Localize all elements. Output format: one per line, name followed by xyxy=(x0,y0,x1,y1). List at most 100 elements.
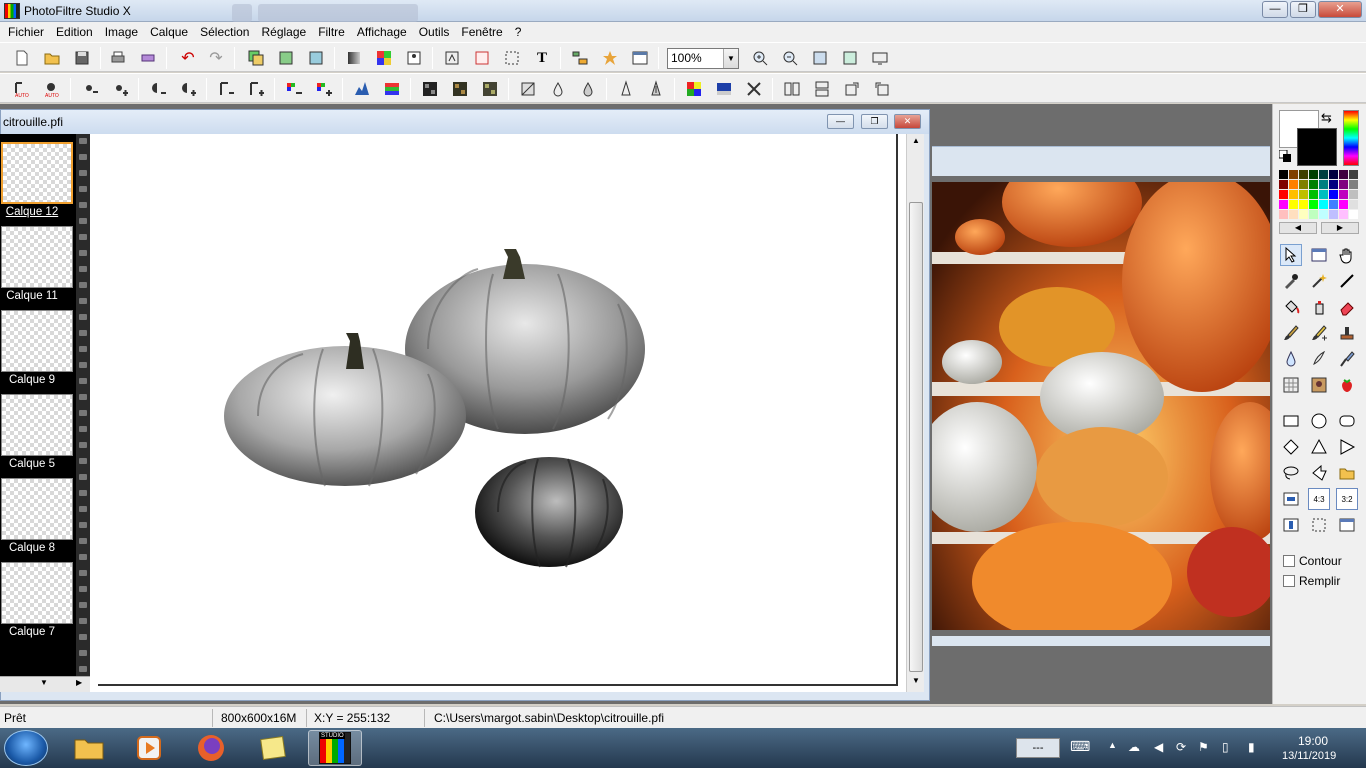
window-icon[interactable] xyxy=(630,48,650,68)
layers-scrollbar[interactable]: ▼ ▶ xyxy=(0,676,90,692)
palette-swatch[interactable] xyxy=(1289,170,1298,179)
contrast-minus-icon[interactable] xyxy=(148,79,168,99)
palette-swatch[interactable] xyxy=(1279,180,1288,189)
gamma-plus-icon[interactable] xyxy=(246,79,266,99)
palette-swatch[interactable] xyxy=(1329,210,1338,219)
line-icon[interactable] xyxy=(1336,270,1358,292)
hand-icon[interactable] xyxy=(1336,244,1358,266)
smudge-icon[interactable] xyxy=(1308,348,1330,370)
pattern-sepia-icon[interactable] xyxy=(450,79,470,99)
lasso-icon[interactable] xyxy=(1280,462,1302,484)
new-file-icon[interactable] xyxy=(12,48,32,68)
menu-image[interactable]: Image xyxy=(99,25,144,39)
menu-fichier[interactable]: Fichier xyxy=(2,25,50,39)
chevron-up-icon[interactable]: ▲ xyxy=(912,136,920,145)
palette-swatch[interactable] xyxy=(1349,200,1358,209)
zoom-select[interactable]: 100% ▼ xyxy=(667,48,739,69)
menu-reglage[interactable]: Réglage xyxy=(255,25,312,39)
ellipse-shape-icon[interactable] xyxy=(1308,410,1330,432)
palette-swatch[interactable] xyxy=(1289,190,1298,199)
palette-swatch[interactable] xyxy=(1279,170,1288,179)
media-player-icon[interactable] xyxy=(122,730,176,766)
spray-icon[interactable] xyxy=(1308,296,1330,318)
blue-fill-icon[interactable] xyxy=(714,79,734,99)
fullscreen-icon[interactable] xyxy=(870,48,890,68)
menu-outils[interactable]: Outils xyxy=(413,25,456,39)
deformation-icon[interactable] xyxy=(1336,348,1358,370)
reset-colors-icon[interactable] xyxy=(1279,150,1291,162)
palette-swatch[interactable] xyxy=(1339,210,1348,219)
auto-levels-icon[interactable] xyxy=(442,48,462,68)
triangle-shape-icon[interactable] xyxy=(1308,436,1330,458)
firefox-icon[interactable] xyxy=(184,730,238,766)
layer-item[interactable]: Calque 5 xyxy=(0,386,76,470)
palette-swatch[interactable] xyxy=(1299,200,1308,209)
menu-filtre[interactable]: Filtre xyxy=(312,25,351,39)
palette-swatch[interactable] xyxy=(1349,210,1358,219)
image-tube-icon[interactable] xyxy=(1308,374,1330,396)
sync-icon[interactable]: ⟳ xyxy=(1176,740,1186,754)
menu-help[interactable]: ? xyxy=(509,25,528,39)
diamond-shape-icon[interactable] xyxy=(1280,436,1302,458)
background-color[interactable] xyxy=(1297,128,1337,166)
remplir-checkbox[interactable]: Remplir xyxy=(1283,574,1340,588)
select-vertical-icon[interactable] xyxy=(1280,514,1302,536)
palette-swatch[interactable] xyxy=(1319,210,1328,219)
eyedropper-icon[interactable] xyxy=(1280,270,1302,292)
save-icon[interactable] xyxy=(72,48,92,68)
palette-swatch[interactable] xyxy=(1339,180,1348,189)
strawberry-icon[interactable] xyxy=(1336,374,1358,396)
signal-icon[interactable]: ▮ xyxy=(1248,740,1255,754)
palette-swatch[interactable] xyxy=(1329,180,1338,189)
sharpen-icon[interactable] xyxy=(616,79,636,99)
window-select-icon[interactable] xyxy=(1336,514,1358,536)
palette-swatch[interactable] xyxy=(1329,190,1338,199)
palette-swatch[interactable] xyxy=(1329,170,1338,179)
color-balance-icon[interactable] xyxy=(382,79,402,99)
palette-swatch[interactable] xyxy=(1309,170,1318,179)
saturation-plus-icon[interactable] xyxy=(314,79,334,99)
language-indicator[interactable]: --- xyxy=(1016,738,1060,758)
palette-swatch[interactable] xyxy=(1319,200,1328,209)
print-icon[interactable] xyxy=(108,48,128,68)
halloween-photo[interactable] xyxy=(932,182,1270,630)
mosaic-icon[interactable] xyxy=(374,48,394,68)
swap-colors-icon[interactable]: ⇆ xyxy=(1321,110,1332,126)
minimize-button[interactable]: — xyxy=(1262,1,1288,18)
close-button[interactable]: ✕ xyxy=(1318,1,1362,18)
chevron-down-icon[interactable]: ▼ xyxy=(40,678,48,687)
text-tool-icon[interactable]: T xyxy=(532,48,552,68)
brightness-minus-icon[interactable] xyxy=(80,79,100,99)
blur-more-icon[interactable] xyxy=(578,79,598,99)
palette-swatch[interactable] xyxy=(1319,170,1328,179)
load-shape-icon[interactable] xyxy=(1336,462,1358,484)
palette-swatch[interactable] xyxy=(1319,190,1328,199)
clock-time[interactable]: 19:00 xyxy=(1298,734,1328,748)
brightness-plus-icon[interactable] xyxy=(110,79,130,99)
crop-select-icon[interactable] xyxy=(1308,514,1330,536)
rectangle-shape-icon[interactable] xyxy=(1280,410,1302,432)
flip-vertical-icon[interactable] xyxy=(812,79,832,99)
file-explorer-icon[interactable] xyxy=(62,730,116,766)
start-button[interactable] xyxy=(4,730,48,766)
select-all-icon[interactable] xyxy=(1280,488,1302,510)
remplir-checkbox-box[interactable] xyxy=(1283,575,1295,587)
redo-icon[interactable]: ↷ xyxy=(206,48,226,68)
palette-swatch[interactable] xyxy=(1309,180,1318,189)
palette-swatch[interactable] xyxy=(1279,210,1288,219)
document-close-button[interactable]: ✕ xyxy=(894,114,921,129)
palette-swatch[interactable] xyxy=(1279,200,1288,209)
rotate-right-icon[interactable] xyxy=(872,79,892,99)
palette-swatch[interactable] xyxy=(1289,210,1298,219)
menu-fenetre[interactable]: Fenêtre xyxy=(455,25,508,39)
menu-calque[interactable]: Calque xyxy=(144,25,194,39)
blur-drop-icon[interactable] xyxy=(548,79,568,99)
keyboard-icon[interactable]: ⌨ xyxy=(1070,738,1090,755)
saturation-minus-icon[interactable] xyxy=(284,79,304,99)
plugin-icon[interactable] xyxy=(600,48,620,68)
gamma-minus-icon[interactable] xyxy=(216,79,236,99)
contour-checkbox[interactable]: Contour xyxy=(1283,554,1342,568)
palette-swatch[interactable] xyxy=(1349,190,1358,199)
triangle-right-icon[interactable] xyxy=(1336,436,1358,458)
pattern-dark-icon[interactable] xyxy=(420,79,440,99)
